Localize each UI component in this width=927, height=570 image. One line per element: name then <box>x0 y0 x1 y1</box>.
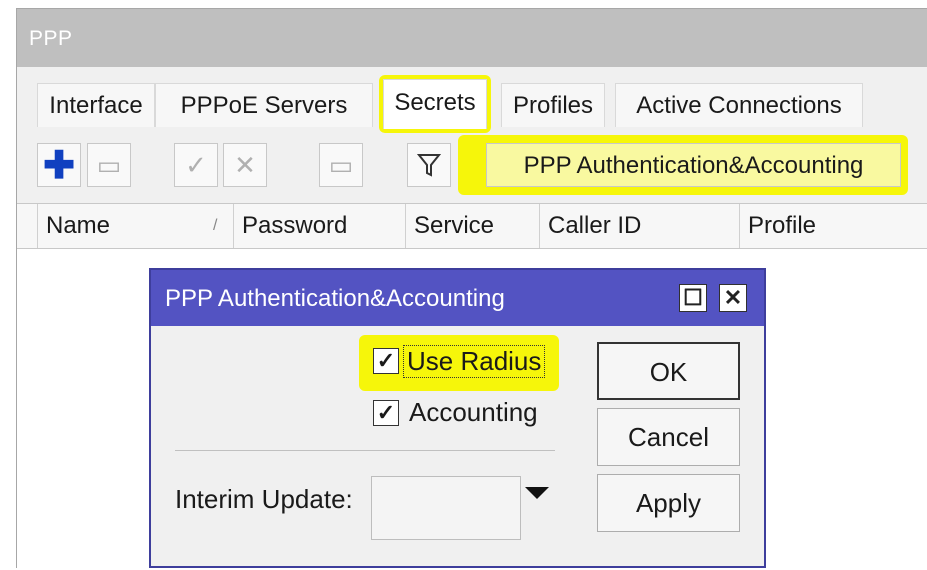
disable-button[interactable]: ✕ <box>223 143 267 187</box>
interim-update-field[interactable] <box>371 476 521 540</box>
accounting-checkbox[interactable]: ✓ <box>373 400 399 426</box>
enable-button[interactable]: ✓ <box>174 143 218 187</box>
accounting-label: Accounting <box>409 397 538 427</box>
interim-update-label: Interim Update: <box>175 484 353 514</box>
tab-interface[interactable]: Interface <box>37 83 155 127</box>
window-titlebar[interactable]: PPP <box>17 9 927 67</box>
toolbar: ✚ ▭ ✓ ✕ ▭ PPP Authentication&Accounting <box>17 129 927 201</box>
apply-button[interactable]: Apply <box>597 474 740 532</box>
window-title: PPP <box>29 27 73 50</box>
column-header-name[interactable]: Name / <box>37 204 233 248</box>
table-header: Name / Password Service Caller ID Profil… <box>17 204 927 249</box>
tab-active-connections[interactable]: Active Connections <box>615 83 863 127</box>
ppp-auth-accounting-button[interactable]: PPP Authentication&Accounting <box>486 143 901 187</box>
cancel-button[interactable]: Cancel <box>597 408 740 466</box>
filter-button[interactable] <box>407 143 451 187</box>
auth-accounting-dialog: PPP Authentication&Accounting ☐ ✕ ✓ Use … <box>149 268 766 568</box>
sort-icon: / <box>213 217 218 234</box>
dialog-title: PPP Authentication&Accounting <box>165 285 505 312</box>
tab-pppoe-servers[interactable]: PPPoE Servers <box>155 83 373 127</box>
use-radius-label: Use Radius <box>403 345 546 378</box>
x-icon: ✕ <box>234 149 256 180</box>
tab-profiles[interactable]: Profiles <box>501 83 605 127</box>
dropdown-arrow-icon[interactable] <box>525 487 549 499</box>
filter-icon <box>417 154 441 177</box>
separator <box>175 450 555 451</box>
minus-icon: ▭ <box>96 149 122 180</box>
plus-icon: ✚ <box>43 144 75 187</box>
column-header-caller-id[interactable]: Caller ID <box>539 204 739 248</box>
comment-icon: ▭ <box>328 149 354 180</box>
remove-button[interactable]: ▭ <box>87 143 131 187</box>
maximize-icon[interactable]: ☐ <box>679 284 707 312</box>
column-label: Name <box>46 212 111 239</box>
comment-button[interactable]: ▭ <box>319 143 363 187</box>
column-header-service[interactable]: Service <box>405 204 539 248</box>
column-header-profile[interactable]: Profile <box>739 204 917 248</box>
column-header-password[interactable]: Password <box>233 204 405 248</box>
check-icon: ✓ <box>185 149 207 180</box>
tab-bar: Interface PPPoE Servers Secrets Profiles… <box>17 71 927 133</box>
dialog-titlebar[interactable]: PPP Authentication&Accounting ☐ ✕ <box>151 270 764 326</box>
use-radius-checkbox[interactable]: ✓ <box>373 348 399 374</box>
ok-button[interactable]: OK <box>597 342 740 400</box>
close-icon[interactable]: ✕ <box>719 284 747 312</box>
add-button[interactable]: ✚ <box>37 143 81 187</box>
tab-secrets[interactable]: Secrets <box>383 79 487 129</box>
